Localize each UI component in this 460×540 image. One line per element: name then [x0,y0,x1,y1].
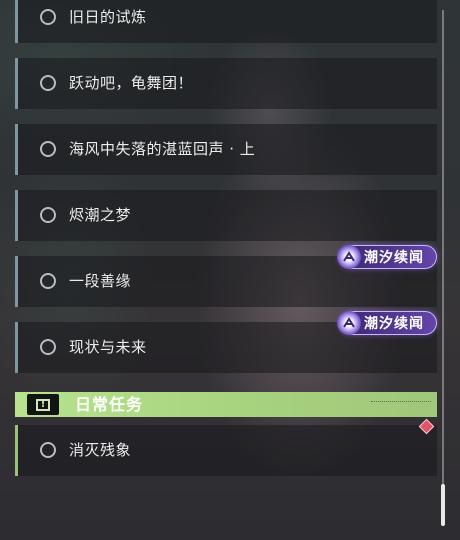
quest-name: 海风中失落的湛蓝回声 · 上 [69,140,256,158]
header-decoration [371,401,431,406]
tidal-swirl-icon [337,245,361,269]
quest-name: 烬潮之梦 [69,206,132,224]
badge-label: 潮汐续闻 [364,250,424,266]
tidal-sequel-badge: 潮汐续闻 [337,311,437,335]
quest-name: 旧日的试炼 [69,8,147,26]
quest-row-accent [15,190,18,241]
quest-row-accent [15,58,18,109]
quest-row[interactable]: 海风中失落的湛蓝回声 · 上 [15,124,437,175]
quest-row[interactable]: 旧日的试炼 [15,0,437,43]
quest-status-ring-icon [40,442,56,458]
exclamation-box-icon: ! [27,394,59,415]
quest-status-ring-icon [40,339,56,355]
scrollbar-track[interactable] [442,10,444,526]
quest-name: 现状与未来 [69,338,147,356]
daily-quests-header[interactable]: ! 日常任务 [15,392,437,417]
quest-row[interactable]: 烬潮之梦 [15,190,437,241]
quest-status-ring-icon [40,75,56,91]
tidal-sequel-badge: 潮汐续闻 [337,245,437,269]
quest-row-accent [15,322,18,373]
quest-row-accent [15,425,18,476]
badge-label: 潮汐续闻 [364,316,424,332]
quest-row-accent [15,256,18,307]
quest-name: 跃动吧，龟舞团！ [69,74,194,92]
quest-row-accent [15,0,18,43]
quest-name: 一段善缘 [69,272,132,290]
quest-name: 消灭残象 [69,441,132,459]
section-title: 日常任务 [75,395,144,414]
quest-status-ring-icon [40,9,56,25]
quest-row[interactable]: 消灭残象 [15,425,437,476]
quest-row-accent [15,124,18,175]
quest-status-ring-icon [40,273,56,289]
quest-status-ring-icon [40,207,56,223]
quest-status-ring-icon [40,141,56,157]
scrollbar-thumb[interactable] [441,484,445,526]
tidal-swirl-icon [337,311,361,335]
quest-row[interactable]: 跃动吧，龟舞团！ [15,58,437,109]
